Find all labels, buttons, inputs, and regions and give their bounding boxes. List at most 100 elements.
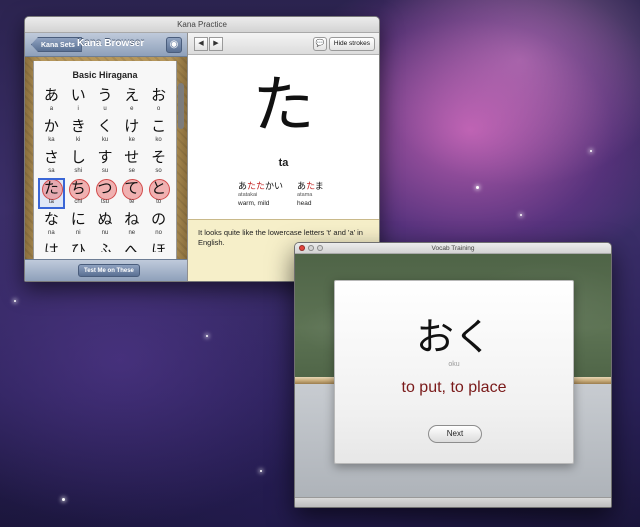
settings-icon[interactable]: ◉ (166, 37, 182, 53)
next-button[interactable]: Next (428, 425, 482, 443)
kana-cell[interactable]: さ sa (38, 147, 65, 178)
kana-char: け (124, 117, 140, 135)
kana-char: ひ (70, 241, 86, 252)
kana-romaji: o (156, 106, 161, 112)
star-decoration (206, 335, 208, 337)
kana-romaji: e (130, 106, 134, 112)
kana-romaji: nu (101, 230, 109, 236)
example-romaji: atama (297, 192, 313, 198)
minimize-icon[interactable] (308, 245, 314, 251)
kana-romaji: ni (75, 230, 81, 236)
vocab-romaji: oku (448, 361, 460, 368)
window-title[interactable]: Vocab Training (295, 243, 611, 254)
kana-cell[interactable]: に ni (65, 209, 92, 240)
kana-romaji: sa (48, 168, 55, 174)
kana-char: な (43, 210, 59, 228)
example-kana-pre: あ (297, 182, 307, 192)
speech-bubble-icon[interactable]: 💬 (313, 37, 327, 51)
kana-cell[interactable]: ぬ nu (92, 209, 119, 240)
kana-char: う (97, 86, 113, 104)
hide-strokes-button[interactable]: Hide strokes (328, 37, 375, 51)
example-kana-highlight: たた (247, 182, 266, 192)
kana-romaji: chi (74, 199, 83, 205)
previous-arrow-icon[interactable]: ◀ (194, 37, 208, 51)
kana-romaji: ne (128, 230, 136, 236)
kana-char: ね (124, 210, 140, 228)
star-decoration (520, 214, 522, 216)
kana-char: え (124, 86, 140, 104)
kana-char: ふ (97, 241, 113, 252)
test-me-button[interactable]: Test Me on These (78, 264, 140, 277)
kana-cell[interactable]: し shi (65, 147, 92, 178)
kana-romaji: se (128, 168, 135, 174)
kana-romaji: so (155, 168, 162, 174)
sidebar-scrollbar[interactable] (178, 83, 184, 129)
kana-cell[interactable]: ち chi (65, 178, 92, 209)
kana-cell[interactable]: そ so (145, 147, 172, 178)
kana-cell[interactable]: す su (92, 147, 119, 178)
kana-cell[interactable]: おo (145, 85, 172, 116)
kana-cell[interactable]: き ki (65, 116, 92, 147)
example-kana-post: ま (314, 182, 324, 192)
zoom-icon[interactable] (317, 245, 323, 251)
kana-cell[interactable]: こ ko (145, 116, 172, 147)
kana-cell[interactable]: ひ (65, 240, 92, 252)
current-kana: た (252, 68, 315, 141)
kana-cell[interactable]: ね ne (118, 209, 145, 240)
kana-cell[interactable]: うu (92, 85, 119, 116)
example-kana-post: かい (265, 182, 284, 192)
close-icon[interactable] (299, 245, 305, 251)
next-arrow-icon[interactable]: ▶ (209, 37, 223, 51)
kana-char: い (70, 86, 86, 104)
kana-cell[interactable]: く ku (92, 116, 119, 147)
kana-cell[interactable]: つ tsu (92, 178, 119, 209)
star-decoration (260, 470, 262, 472)
example-kana: あたま (297, 179, 324, 192)
kana-cell[interactable]: ふ (92, 240, 119, 252)
example-meaning: warm, mild (238, 200, 270, 207)
kana-char: ぬ (97, 210, 113, 228)
kana-list-container: Basic Hiragana あa いi うu えe おo か ka き ki くk… (25, 57, 187, 259)
kana-browser-sidebar: Kana Sets Kana Browser ◉ Basic Hiragana … (25, 33, 188, 281)
kana-sets-back-button[interactable]: Kana Sets (31, 37, 82, 52)
kana-cell[interactable]: は (38, 240, 65, 252)
current-romaji: ta (278, 157, 289, 169)
kana-cell[interactable]: の no (145, 209, 172, 240)
kana-char: き (70, 117, 86, 135)
kana-cell[interactable]: いi (65, 85, 92, 116)
window-title[interactable]: Kana Practice (25, 17, 379, 33)
kana-cell[interactable]: へ (118, 240, 145, 252)
kana-cell[interactable]: け ke (118, 116, 145, 147)
kana-cell[interactable]: か ka (38, 116, 65, 147)
kana-cell-selected[interactable]: た ta (38, 178, 65, 209)
kana-char: へ (124, 241, 140, 252)
kana-cell[interactable]: ほ (145, 240, 172, 252)
example-word: あたたかい atatakai warm, mild (238, 179, 283, 208)
vocab-word: おく (415, 315, 492, 359)
kana-cell[interactable]: せ se (118, 147, 145, 178)
sidebar-footer: Test Me on These (25, 259, 187, 281)
kana-char: ち (65, 178, 92, 198)
star-decoration (62, 498, 65, 501)
kana-cell[interactable]: と to (145, 178, 172, 209)
kana-cell[interactable]: な na (38, 209, 65, 240)
kana-cell[interactable]: えe (118, 85, 145, 116)
example-kana-pre: あ (238, 182, 248, 192)
kana-char: せ (124, 148, 140, 166)
example-romaji: atatakai (238, 192, 258, 198)
example-word: あたま atama head (297, 179, 324, 208)
kana-cell[interactable]: て te (118, 178, 145, 209)
sidebar-header: Kana Sets Kana Browser ◉ (25, 33, 187, 57)
kana-char: こ (151, 117, 167, 135)
kana-romaji: ka (48, 137, 55, 143)
kana-char: に (70, 210, 86, 228)
kana-romaji: to (156, 199, 162, 205)
star-decoration (590, 150, 592, 152)
kana-char: あ (43, 86, 59, 104)
kana-romaji: i (77, 106, 79, 112)
kana-char: た (38, 178, 65, 198)
kana-romaji: shi (74, 168, 83, 174)
kana-cell[interactable]: あa (38, 85, 65, 116)
vocab-meaning: to put, to place (401, 379, 507, 396)
kana-char: す (97, 148, 113, 166)
